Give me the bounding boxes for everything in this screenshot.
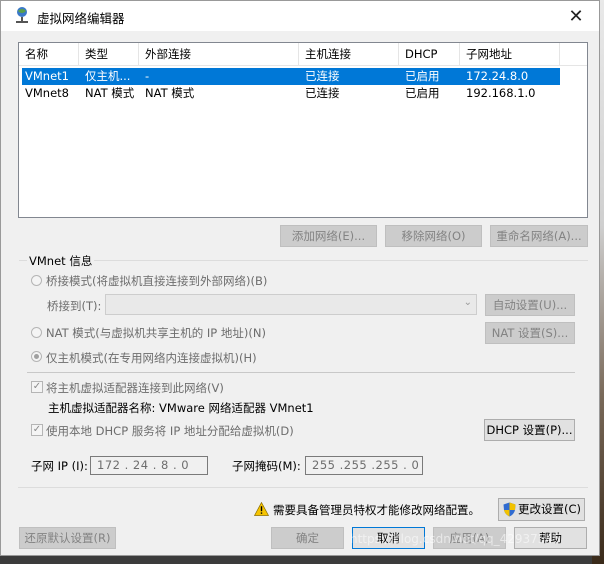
uac-shield-icon (503, 502, 516, 517)
host-only-radio[interactable] (31, 351, 42, 362)
restore-defaults-button[interactable]: 还原默认设置(R) (19, 527, 116, 549)
watermark-text: https://blog.csdn.net/qq_42937545 (350, 532, 561, 546)
auto-settings-button[interactable]: 自动设置(U)... (485, 294, 575, 316)
warning-icon (254, 502, 269, 516)
row-type: NAT 模式 (85, 86, 135, 100)
row-host: 已连接 (305, 86, 340, 100)
remove-network-button[interactable]: 移除网络(O) (385, 225, 482, 247)
table-row[interactable]: VMnet1 仅主机... - 已连接 已启用 172.24.8.0 (22, 68, 560, 85)
virtual-network-editor-window: 虚拟网络编辑器 ✕ 名称 类型 外部连接 主机连接 DHCP 子网地址 VMne… (0, 0, 600, 556)
change-settings-button[interactable]: 更改设置(C) (498, 498, 585, 521)
bridged-radio[interactable] (31, 275, 42, 286)
admin-warning-text: 需要具备管理员特权才能修改网络配置。 (273, 503, 480, 517)
row-dhcp: 已启用 (405, 69, 440, 83)
close-icon: ✕ (568, 5, 584, 27)
row-external: - (145, 69, 150, 83)
bridge-to-label: 桥接到(T): (47, 299, 102, 313)
vmnet-info-label: VMnet 信息 (27, 253, 95, 269)
list-header: 名称 类型 外部连接 主机连接 DHCP 子网地址 (19, 43, 587, 66)
row-dhcp: 已启用 (405, 86, 440, 100)
column-header-type[interactable]: 类型 (79, 43, 139, 65)
change-settings-label: 更改设置(C) (517, 502, 581, 516)
connect-adapter-label: 将主机虚拟适配器连接到此网络(V) (46, 381, 224, 395)
network-list[interactable]: 名称 类型 外部连接 主机连接 DHCP 子网地址 VMnet1 仅主机... … (18, 42, 588, 218)
subnet-mask-input[interactable]: 255 .255 .255 . 0 (305, 456, 423, 475)
window-title: 虚拟网络编辑器 (37, 11, 125, 26)
row-name: VMnet1 (25, 69, 69, 83)
nat-label: NAT 模式(与虚拟机共享主机的 IP 地址)(N) (46, 326, 266, 340)
section-separator (27, 372, 575, 373)
row-subnet: 192.168.1.0 (466, 86, 536, 100)
row-external: NAT 模式 (145, 86, 195, 100)
dhcp-settings-button[interactable]: DHCP 设置(P)... (484, 419, 575, 441)
adapter-name-text: 主机虚拟适配器名称: VMware 网络适配器 VMnet1 (48, 401, 314, 415)
close-button[interactable]: ✕ (553, 1, 599, 31)
subnet-mask-label: 子网掩码(M): (232, 459, 301, 473)
row-host: 已连接 (305, 69, 340, 83)
add-network-button[interactable]: 添加网络(E)... (280, 225, 377, 247)
table-row[interactable]: VMnet8 NAT 模式 NAT 模式 已连接 已启用 192.168.1.0 (22, 85, 560, 102)
bridge-to-select[interactable]: ⌄ (105, 294, 477, 315)
column-header-host[interactable]: 主机连接 (299, 43, 399, 65)
network-globe-icon (16, 7, 28, 23)
column-header-dhcp[interactable]: DHCP (399, 43, 460, 65)
bridged-label: 桥接模式(将虚拟机直接连接到外部网络)(B) (46, 274, 268, 288)
subnet-ip-label: 子网 IP (I): (31, 459, 88, 473)
column-header-name[interactable]: 名称 (19, 43, 79, 65)
rename-network-button[interactable]: 重命名网络(A)... (490, 225, 588, 247)
nat-radio[interactable] (31, 327, 42, 338)
column-header-external[interactable]: 外部连接 (139, 43, 299, 65)
row-subnet: 172.24.8.0 (466, 69, 529, 83)
row-name: VMnet8 (25, 86, 69, 100)
subnet-ip-input[interactable]: 172 . 24 . 8 . 0 (90, 456, 208, 475)
ok-button[interactable]: 确定 (271, 527, 344, 549)
title-bar: 虚拟网络编辑器 ✕ (1, 1, 599, 31)
nat-settings-button[interactable]: NAT 设置(S)... (485, 322, 575, 344)
panel-bottom-border (18, 487, 588, 488)
use-dhcp-checkbox[interactable]: ✓ (31, 424, 43, 436)
host-only-label: 仅主机模式(在专用网络内连接虚拟机)(H) (46, 351, 257, 365)
column-header-subnet[interactable]: 子网地址 (460, 43, 560, 65)
chevron-down-icon: ⌄ (463, 297, 472, 308)
group-divider (19, 260, 588, 261)
use-dhcp-label: 使用本地 DHCP 服务将 IP 地址分配给虚拟机(D) (46, 424, 294, 438)
row-type: 仅主机... (85, 69, 131, 83)
connect-adapter-checkbox[interactable]: ✓ (31, 381, 43, 393)
